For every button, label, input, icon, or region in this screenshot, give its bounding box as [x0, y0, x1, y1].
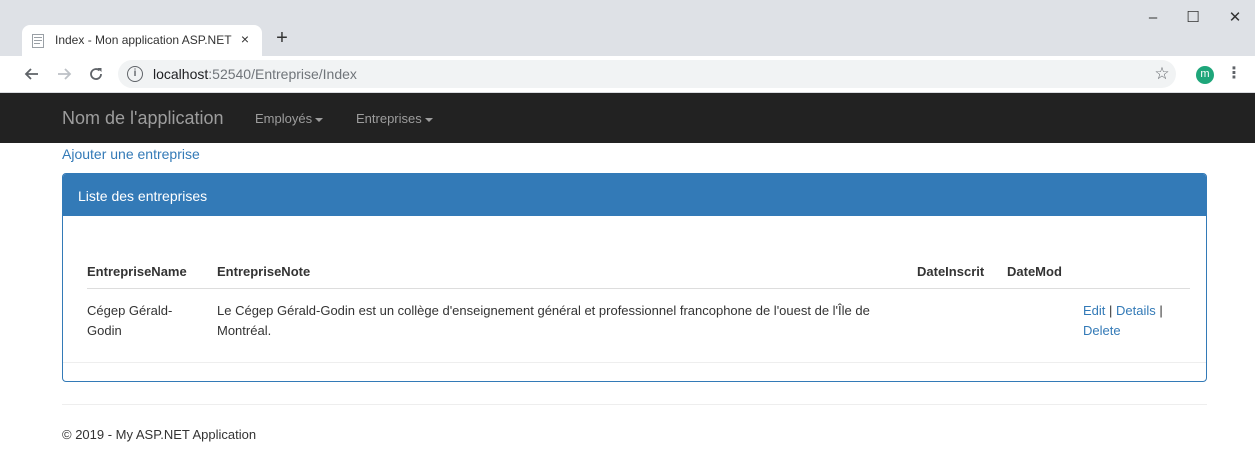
info-icon[interactable]: i: [127, 66, 143, 82]
caret-down-icon: [424, 117, 433, 122]
nav-menu-label: Entreprises: [356, 111, 422, 126]
navbar-brand[interactable]: Nom de l'application: [62, 108, 224, 129]
footer-copyright: © 2019 - My ASP.NET Application: [62, 427, 257, 442]
column-header: DateMod: [1007, 264, 1062, 279]
browser-toolbar: i localhost:52540/Entreprise/Index ☆ m ⋮: [0, 56, 1255, 93]
maximize-icon[interactable]: ☐: [1183, 8, 1203, 28]
kebab-menu-icon[interactable]: ⋮: [1226, 62, 1242, 86]
column-header: EntrepriseNote: [217, 264, 311, 279]
address-bar[interactable]: i localhost:52540/Entreprise/Index: [118, 60, 1176, 88]
nav-menu-employes[interactable]: Employés: [255, 111, 324, 126]
action-separator: |: [1109, 303, 1113, 318]
url-host: localhost: [153, 66, 209, 82]
reload-icon[interactable]: [84, 62, 108, 86]
entreprises-panel: Liste des entreprises EntrepriseName Ent…: [62, 173, 1207, 382]
panel-title: Liste des entreprises: [78, 188, 208, 204]
footer-divider: [62, 404, 1207, 405]
table-header-divider: [87, 288, 1190, 289]
column-header: DateInscrit: [917, 264, 985, 279]
new-tab-icon[interactable]: +: [270, 27, 294, 51]
action-separator: |: [1159, 303, 1163, 318]
row-actions: Edit | Details | Delete: [1083, 301, 1188, 341]
minimize-icon[interactable]: –: [1143, 8, 1163, 28]
cell-entreprise-name: Cégep Gérald-Godin: [87, 303, 173, 338]
cell-entreprise-note: Le Cégep Gérald-Godin est un collège d'e…: [217, 303, 870, 338]
back-arrow-icon[interactable]: [20, 62, 44, 86]
nav-menu-entreprises[interactable]: Entreprises: [356, 111, 433, 126]
add-entreprise-link[interactable]: Ajouter une entreprise: [62, 146, 200, 162]
panel-heading: Liste des entreprises: [63, 174, 1206, 216]
page-icon: [32, 34, 44, 48]
close-tab-icon[interactable]: ×: [235, 29, 255, 49]
close-window-icon[interactable]: ✕: [1225, 8, 1245, 28]
url-text[interactable]: localhost:52540/Entreprise/Index: [153, 66, 357, 82]
delete-link[interactable]: Delete: [1083, 323, 1121, 338]
browser-tab[interactable]: Index - Mon application ASP.NET ×: [22, 25, 262, 56]
details-link[interactable]: Details: [1116, 303, 1156, 318]
forward-arrow-icon[interactable]: [52, 62, 76, 86]
url-path: :52540/Entreprise/Index: [208, 66, 357, 82]
app-navbar: Nom de l'application Employés Entreprise…: [0, 93, 1255, 143]
tab-title: Index - Mon application ASP.NET: [55, 33, 232, 47]
star-icon[interactable]: ☆: [1150, 62, 1174, 86]
edit-link[interactable]: Edit: [1083, 303, 1105, 318]
browser-tabstrip: Index - Mon application ASP.NET × + – ☐ …: [0, 0, 1255, 56]
avatar[interactable]: m: [1196, 66, 1214, 84]
caret-down-icon: [315, 117, 324, 122]
nav-menu-label: Employés: [255, 111, 313, 126]
table-bottom-divider: [63, 362, 1206, 363]
column-header: EntrepriseName: [87, 264, 187, 279]
